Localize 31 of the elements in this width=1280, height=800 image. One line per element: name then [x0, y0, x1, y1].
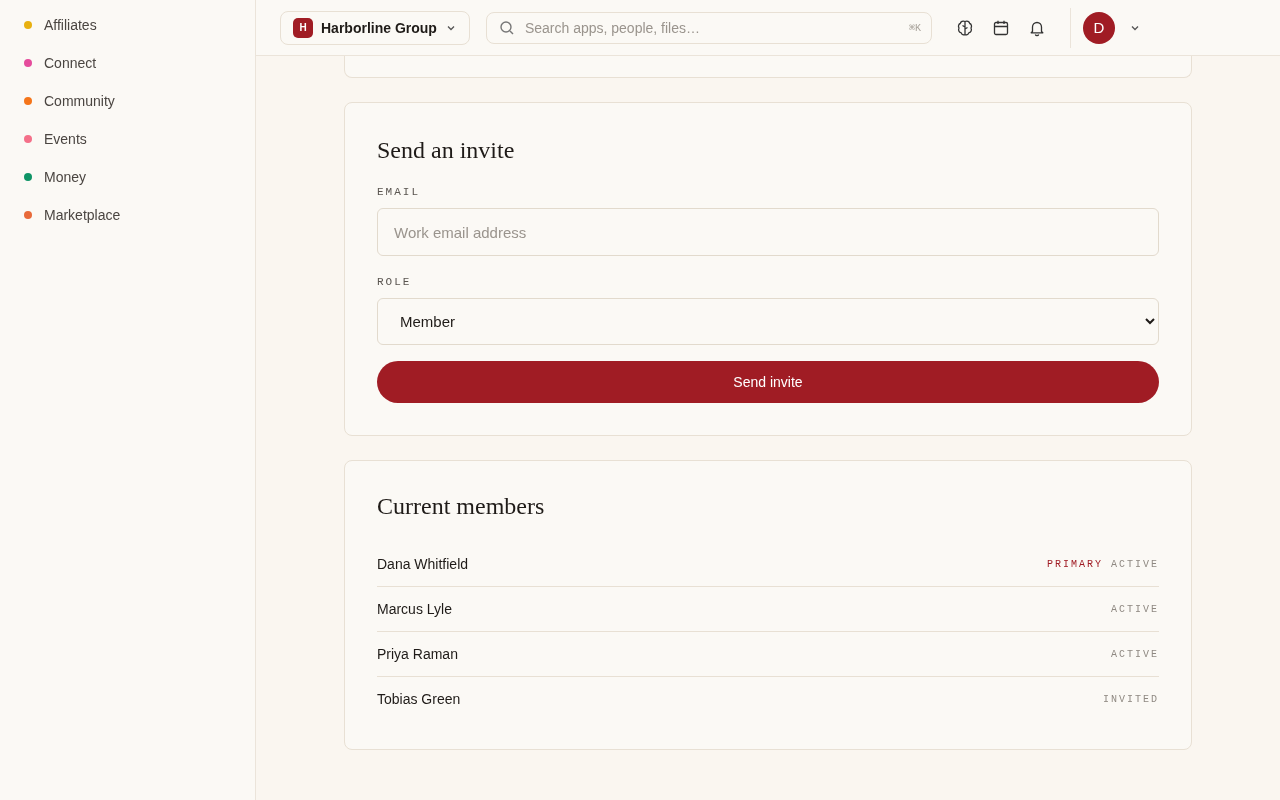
search-field[interactable]: Search apps, people, files…	[522, 18, 901, 37]
workspace-logo: H	[293, 17, 313, 38]
role-select[interactable]: Member	[377, 298, 1159, 345]
send-invite-button[interactable]: Send invite	[377, 361, 1159, 403]
member-name: Dana Whitfield	[377, 556, 469, 572]
shortcut-hint: ⌘K	[908, 21, 921, 34]
workspace-name: Harborline Group	[321, 19, 437, 36]
member-name: Priya Raman	[377, 646, 458, 662]
sidebar-item[interactable]: Community	[0, 82, 255, 120]
sidebar-item[interactable]: Money	[0, 158, 255, 196]
member-name: Marcus Lyle	[377, 601, 452, 617]
email-field[interactable]: Work email address	[377, 208, 1159, 256]
member-status: INVITED	[1103, 693, 1159, 705]
sidebar-item[interactable]: Connect	[0, 44, 255, 82]
user-avatar[interactable]: D	[1082, 11, 1115, 44]
calendar-icon[interactable]	[991, 18, 1010, 37]
sidebar-item[interactable]: Affiliates	[0, 6, 255, 44]
member-status: ACTIVE	[1111, 603, 1159, 615]
field-label: EMAIL	[377, 186, 421, 198]
card-title: Current members	[377, 493, 546, 520]
card-title: Send an invite	[377, 137, 516, 164]
sidebar-item[interactable]: Events	[0, 120, 255, 158]
field-label: ROLE	[377, 276, 413, 288]
member-status: ACTIVE	[1111, 558, 1159, 570]
search-icon	[498, 19, 515, 36]
brain-icon[interactable]	[955, 18, 974, 37]
workspace-switcher[interactable]: H Harborline Group	[280, 10, 470, 45]
member-name: Tobias Green	[377, 691, 461, 707]
member-status: ACTIVE	[1111, 648, 1159, 660]
sidebar-item[interactable]: Marketplace	[0, 196, 255, 234]
role-tag: PRIMARY	[1046, 558, 1103, 570]
